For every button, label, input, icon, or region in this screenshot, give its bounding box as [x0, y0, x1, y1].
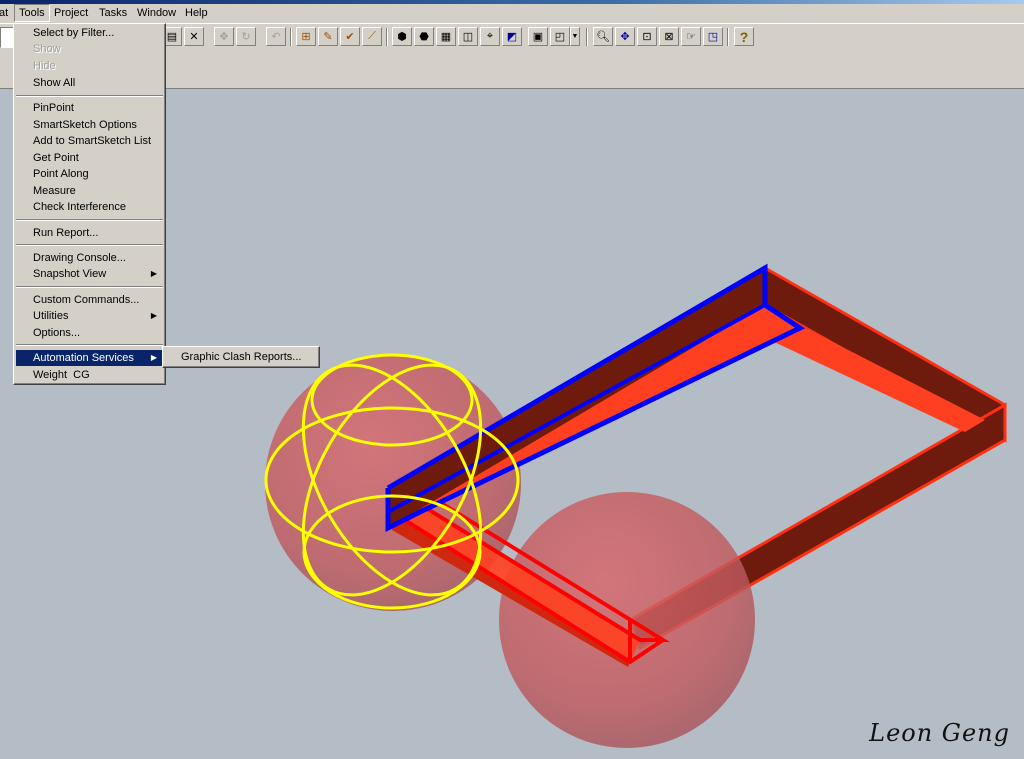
zoom-icon[interactable]: 🔍︎: [593, 27, 613, 46]
toolbar-separator: [727, 28, 729, 46]
menu-item-measure[interactable]: Measure: [16, 183, 163, 199]
menu-item-point-along[interactable]: Point Along: [16, 166, 163, 182]
menu-tools[interactable]: Tools: [14, 4, 50, 22]
menu-item-label: Get Point: [33, 152, 79, 164]
menu-item-label: Options...: [33, 327, 81, 339]
menu-item-smartsketch-options[interactable]: SmartSketch Options: [16, 117, 163, 133]
menu-separator: [16, 219, 163, 221]
menu-item-drawing-console[interactable]: Drawing Console...: [16, 250, 163, 266]
menu-tasks[interactable]: Tasks: [95, 5, 131, 21]
menu-separator: [16, 244, 163, 246]
menu-item-automation-services[interactable]: Automation Services ▶: [16, 350, 163, 366]
menu-item-label: Check Interference: [33, 201, 126, 213]
menu-item-custom-commands[interactable]: Custom Commands...: [16, 292, 163, 308]
menu-format[interactable]: at: [0, 5, 12, 21]
toolbar-separator: [586, 28, 588, 46]
menu-item-label: Show: [33, 43, 61, 55]
pan-icon[interactable]: ✥: [214, 27, 234, 46]
menu-item-snapshot-view[interactable]: Snapshot View ▶: [16, 266, 163, 282]
menu-item-label: Show All: [33, 77, 76, 89]
window-area-icon[interactable]: ◳: [703, 27, 723, 46]
menu-item-label: Custom Commands...: [33, 294, 140, 306]
submenu-arrow-icon: ▶: [150, 269, 157, 278]
menu-item-show: Show: [16, 41, 163, 57]
window-icon[interactable]: ◰: [550, 27, 570, 46]
menu-item-label: SmartSketch Options: [33, 119, 137, 131]
undo-icon[interactable]: ↶: [266, 27, 286, 46]
view-iso-icon[interactable]: ◫: [458, 27, 478, 46]
menu-item-show-all[interactable]: Show All: [16, 75, 163, 91]
view-section-icon[interactable]: ◩: [502, 27, 522, 46]
toolbar-separator: [290, 28, 292, 46]
menu-project[interactable]: Project: [50, 5, 92, 21]
delete-icon[interactable]: ✕: [184, 27, 204, 46]
menu-item-check-interference[interactable]: Check Interference: [16, 199, 163, 215]
rotate-icon[interactable]: ↻: [236, 27, 256, 46]
menu-item-label: Automation Services: [33, 352, 134, 364]
menu-item-utilities[interactable]: Utilities ▶: [16, 308, 163, 324]
menu-bar: at Tools Project Tasks Window Help: [0, 4, 1024, 24]
measure-icon[interactable]: ⟋: [362, 27, 382, 46]
fly-icon[interactable]: ☞: [681, 27, 701, 46]
toolbar-separator: [386, 28, 388, 46]
menu-item-graphic-clash-reports[interactable]: Graphic Clash Reports...: [165, 349, 317, 365]
menu-item-label: Run Report...: [33, 227, 99, 239]
menu-item-label: Utilities: [33, 310, 69, 322]
chevron-down-icon[interactable]: ▼: [570, 27, 580, 46]
menu-item-weight-cg[interactable]: Weight CG: [16, 367, 163, 383]
menu-window[interactable]: Window: [133, 5, 180, 21]
menu-separator: [16, 344, 163, 346]
menu-item-hide: Hide: [16, 58, 163, 74]
automation-services-submenu: Graphic Clash Reports...: [162, 346, 320, 368]
render-icon[interactable]: ▣: [528, 27, 548, 46]
view-front-icon[interactable]: ⬢: [392, 27, 412, 46]
menu-separator: [16, 95, 163, 97]
zoom-area-icon[interactable]: ⊡: [637, 27, 657, 46]
edit-icon[interactable]: ✎: [318, 27, 338, 46]
menu-item-pinpoint[interactable]: PinPoint: [16, 100, 163, 116]
menu-help[interactable]: Help: [181, 5, 212, 21]
pan-view-icon[interactable]: ✥: [615, 27, 635, 46]
menu-item-label: Point Along: [33, 168, 89, 180]
menu-item-options[interactable]: Options...: [16, 325, 163, 341]
menu-item-select-by-filter[interactable]: Select by Filter...: [16, 25, 163, 41]
zoom-fit-icon[interactable]: ⊠: [659, 27, 679, 46]
view-top-icon[interactable]: ▦: [436, 27, 456, 46]
author-signature: Leon Geng: [869, 719, 1010, 747]
menu-item-label: Drawing Console...: [33, 252, 126, 264]
menu-item-label: Hide: [33, 60, 56, 72]
select-icon[interactable]: ⊞: [296, 27, 316, 46]
help-icon[interactable]: ?: [734, 27, 754, 46]
menu-item-label: Add to SmartSketch List: [33, 135, 151, 147]
submenu-arrow-icon: ▶: [150, 353, 157, 362]
menu-item-get-point[interactable]: Get Point: [16, 150, 163, 166]
view-back-icon[interactable]: ⬣: [414, 27, 434, 46]
check-icon[interactable]: ✔: [340, 27, 360, 46]
menu-item-label: Graphic Clash Reports...: [181, 351, 302, 363]
menu-separator: [16, 286, 163, 288]
menu-item-label: Select by Filter...: [33, 27, 115, 39]
submenu-arrow-icon: ▶: [150, 311, 157, 320]
tools-menu-dropdown: Select by Filter... Show Hide Show All P…: [13, 23, 166, 385]
view-camera-icon[interactable]: ⌖: [480, 27, 500, 46]
menu-item-label: PinPoint: [33, 102, 74, 114]
menu-item-label: Measure: [33, 185, 76, 197]
menu-item-label: Snapshot View: [33, 268, 107, 280]
menu-item-run-report[interactable]: Run Report...: [16, 225, 163, 241]
menu-item-label: Weight CG: [33, 369, 90, 381]
menu-item-add-to-smartsketch-list[interactable]: Add to SmartSketch List: [16, 133, 163, 149]
